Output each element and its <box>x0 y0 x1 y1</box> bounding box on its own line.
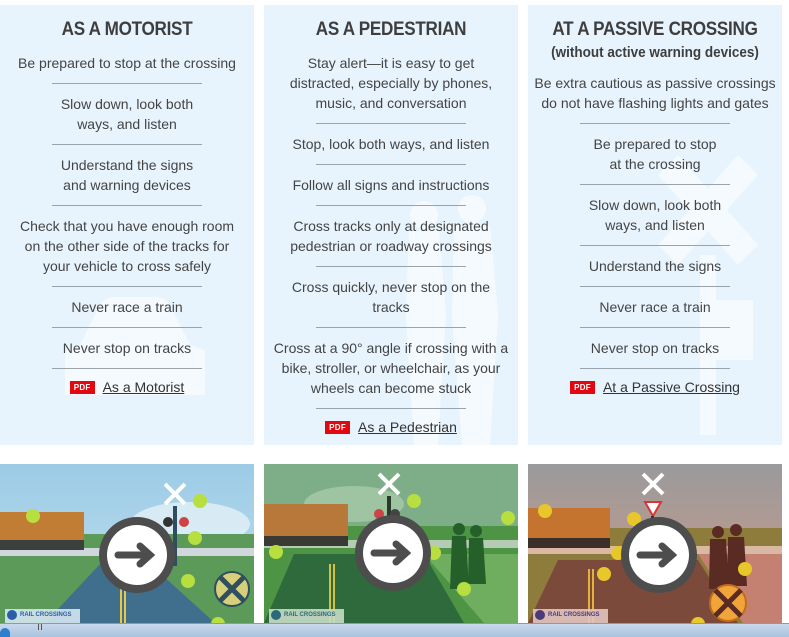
column-subtitle: (without active warning devices) <box>551 44 759 61</box>
divider <box>580 123 730 124</box>
tip-item: Be prepared to stop at the crossing <box>593 136 717 172</box>
tip-item: Slow down, look both ways, and listen <box>588 197 722 233</box>
passive-crossing-card: AT A PASSIVE CROSSING (without active wa… <box>528 5 782 445</box>
divider <box>52 83 202 84</box>
pedestrian-pdf-link[interactable]: As a Pedestrian <box>358 419 457 435</box>
svg-text:RAIL CROSSINGS: RAIL CROSSINGS <box>20 612 72 618</box>
passive-crossing-scene-thumbnail[interactable]: RAIL CROSSINGS <box>528 464 782 623</box>
divider <box>316 164 466 165</box>
tip-item: Never race a train <box>71 299 183 315</box>
divider <box>580 368 730 369</box>
column-title: AS A PEDESTRIAN <box>315 19 467 40</box>
divider <box>580 286 730 287</box>
tip-item: Be prepared to stop at the crossing <box>18 55 236 71</box>
tip-item: Stop, look both ways, and listen <box>292 136 490 152</box>
divider <box>52 286 202 287</box>
tip-item: Understand the signs <box>588 258 722 274</box>
pdf-download: PDF As a Motorist <box>0 379 254 395</box>
pdf-icon: PDF <box>325 421 351 434</box>
divider <box>52 144 202 145</box>
tip-item: Cross quickly, never stop on the tracks <box>291 279 491 315</box>
divider <box>52 327 202 328</box>
motorist-pdf-link[interactable]: As a Motorist <box>103 379 185 395</box>
tips-list: Be prepared to stop at the crossing Slow… <box>0 53 254 369</box>
pedestrian-scene-thumbnail[interactable]: RAIL CROSSINGS <box>264 464 518 623</box>
motorist-card: AS A MOTORIST Be prepared to stop at the… <box>0 5 254 445</box>
tip-item: Understand the signs and warning devices <box>60 157 194 193</box>
divider <box>52 205 202 206</box>
divider <box>316 266 466 267</box>
divider <box>316 327 466 328</box>
tip-item: Check that you have enough room on the o… <box>19 218 235 274</box>
pedestrian-card: AS A PEDESTRIAN Stay alert—it is easy to… <box>264 5 518 445</box>
passive-crossing-pdf-link[interactable]: At a Passive Crossing <box>603 379 740 395</box>
tip-item: Never stop on tracks <box>62 340 192 356</box>
tips-list: Be extra cautious as passive crossings d… <box>528 73 782 369</box>
tip-item: Never stop on tracks <box>590 340 720 356</box>
divider <box>316 205 466 206</box>
tip-item: Be extra cautious as passive crossings d… <box>534 75 776 111</box>
tip-item: Never race a train <box>599 299 711 315</box>
svg-text:RAIL CROSSINGS: RAIL CROSSINGS <box>284 612 336 618</box>
taskbar-grip <box>38 624 42 630</box>
column-title: AS A MOTORIST <box>61 19 193 40</box>
divider <box>580 327 730 328</box>
taskbar <box>0 623 789 637</box>
pdf-icon: PDF <box>69 381 95 394</box>
tip-item: Follow all signs and instructions <box>292 177 490 193</box>
divider <box>52 368 202 369</box>
motorist-scene-thumbnail[interactable]: RAIL CROSSINGS <box>0 464 254 623</box>
tip-item: Cross tracks only at designated pedestri… <box>290 218 492 254</box>
column-title: AT A PASSIVE CROSSING <box>552 19 758 40</box>
divider <box>580 184 730 185</box>
tips-list: Stay alert—it is easy to get distracted,… <box>264 53 518 409</box>
pdf-icon: PDF <box>570 381 595 394</box>
pdf-download: PDF At a Passive Crossing <box>528 379 782 395</box>
pdf-download: PDF As a Pedestrian <box>264 419 518 435</box>
tip-item: Stay alert—it is easy to get distracted,… <box>289 55 493 111</box>
tip-item: Slow down, look both ways, and listen <box>60 96 194 132</box>
tip-item: Cross at a 90° angle if crossing with a … <box>273 340 509 396</box>
divider <box>316 408 466 409</box>
divider <box>580 245 730 246</box>
svg-text:RAIL CROSSINGS: RAIL CROSSINGS <box>548 612 600 618</box>
divider <box>316 123 466 124</box>
